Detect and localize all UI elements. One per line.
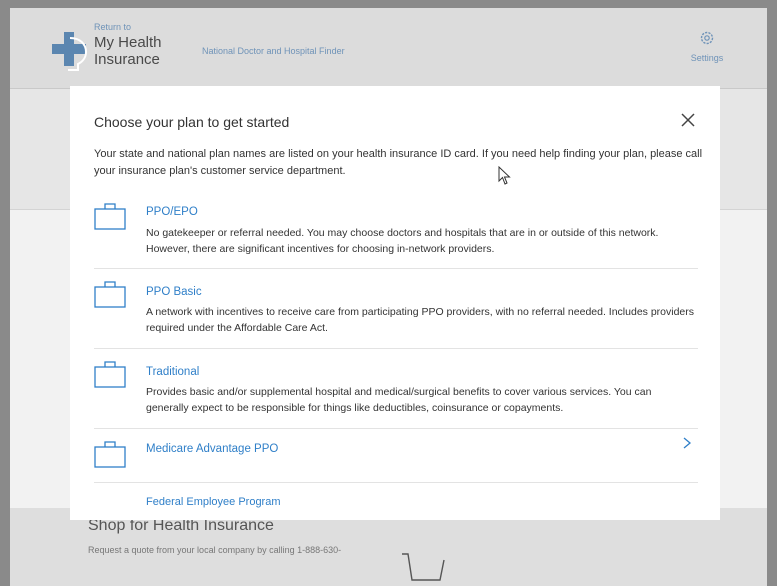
app-name-line2: Insurance (94, 51, 160, 68)
briefcase-icon (94, 203, 126, 230)
close-icon[interactable] (678, 110, 698, 130)
return-to-label: Return to (94, 22, 132, 32)
plan-name: Medicare Advantage PPO (146, 443, 279, 455)
plan-option-ppo-epo[interactable]: PPO/EPO No gatekeeper or referral needed… (94, 194, 698, 269)
dialog-intro: Your state and national plan names are l… (94, 148, 703, 177)
plan-option-federal-employee-program[interactable]: Federal Employee Program (146, 496, 281, 508)
plan-name: Traditional (146, 366, 200, 378)
shop-text: Request a quote from your local company … (88, 545, 342, 555)
plan-description: No gatekeeper or referral needed. You ma… (146, 227, 659, 255)
logo-icon (52, 32, 88, 71)
finder-link[interactable]: National Doctor and Hospital Finder (202, 46, 345, 56)
briefcase-icon (94, 361, 126, 388)
plan-name: PPO/EPO (146, 206, 198, 218)
plan-description: A network with incentives to receive car… (146, 306, 695, 334)
settings-button[interactable]: Settings (687, 30, 727, 63)
briefcase-icon (94, 441, 126, 468)
mouse-cursor-icon (498, 166, 511, 185)
plan-description: Provides basic and/or supplemental hospi… (146, 386, 652, 414)
app-name-line1: My Health (94, 34, 162, 51)
basket-icon (402, 553, 445, 581)
plan-option-medicare-advantage-ppo[interactable]: Medicare Advantage PPO (94, 428, 698, 483)
briefcase-icon (94, 281, 126, 308)
gear-icon (700, 31, 714, 45)
plan-option-traditional[interactable]: Traditional Provides basic and/or supple… (94, 348, 698, 429)
plan-option-ppo-basic[interactable]: PPO Basic A network with incentives to r… (94, 268, 698, 349)
plan-name: PPO Basic (146, 286, 202, 298)
settings-label: Settings (690, 53, 724, 63)
app-header: Return to My Health Insurance National D… (10, 8, 767, 89)
chevron-right-icon (683, 437, 692, 449)
dialog-title: Choose your plan to get started (94, 114, 290, 130)
plan-selection-dialog: Choose your plan to get started Your sta… (70, 86, 720, 520)
app-name-link[interactable]: My Health Insurance (94, 34, 162, 68)
